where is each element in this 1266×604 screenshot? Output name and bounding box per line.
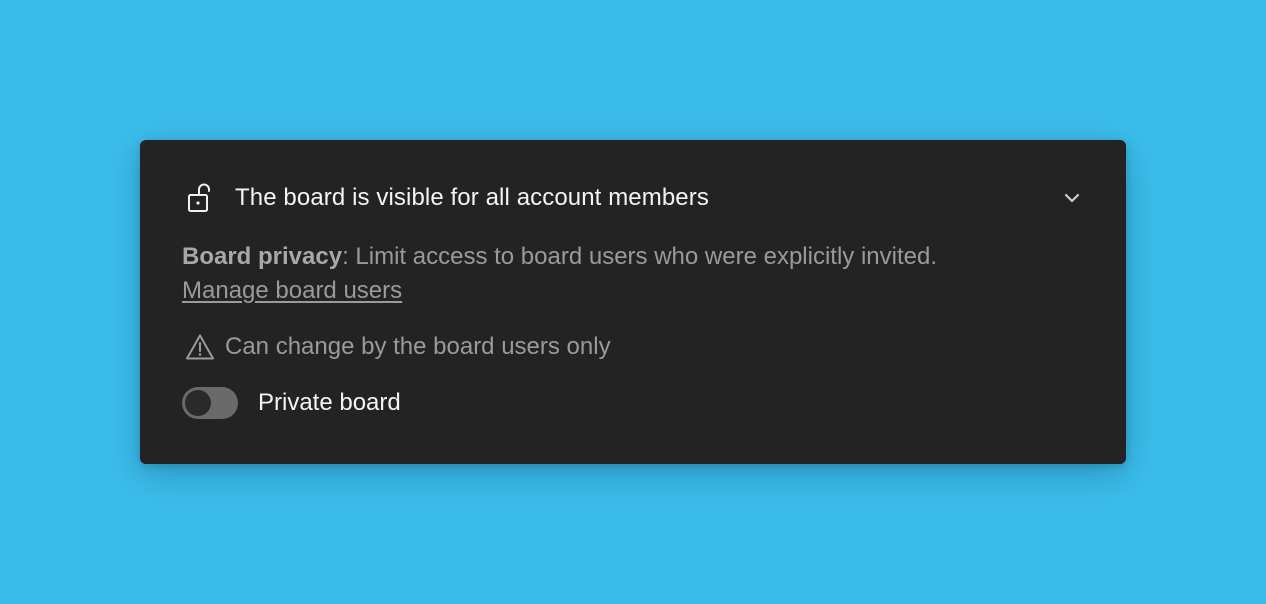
privacy-separator: : [342, 243, 349, 270]
board-visibility-panel: The board is visible for all account mem… [140, 140, 1126, 464]
visibility-header[interactable]: The board is visible for all account mem… [182, 178, 1084, 218]
privacy-description: Board privacy: Limit access to board use… [182, 240, 1084, 308]
private-board-toggle[interactable] [182, 387, 238, 419]
private-board-label: Private board [258, 389, 401, 416]
privacy-text: Limit access to board users who were exp… [348, 243, 937, 270]
visibility-title: The board is visible for all account mem… [235, 184, 709, 211]
warning-triangle-icon [184, 331, 216, 363]
permission-warning: Can change by the board users only [184, 330, 611, 364]
unlocked-lock-icon [186, 178, 216, 218]
warning-text: Can change by the board users only [225, 333, 611, 360]
private-board-row: Private board [182, 386, 401, 420]
toggle-knob [185, 390, 211, 416]
privacy-label: Board privacy [182, 243, 343, 270]
chevron-down-icon[interactable] [1060, 186, 1084, 210]
manage-board-users-link[interactable]: Manage board users [182, 277, 402, 304]
